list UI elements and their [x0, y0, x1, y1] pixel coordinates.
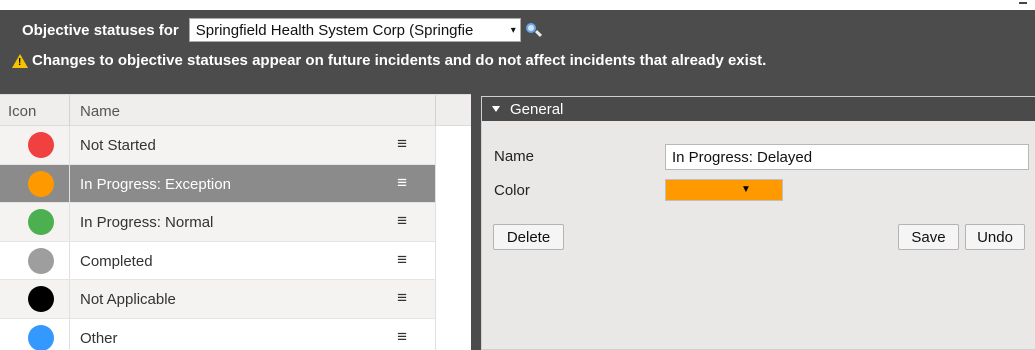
table-row[interactable]: Not Applicable ≡: [0, 280, 435, 319]
undo-button[interactable]: Undo: [965, 224, 1025, 250]
chevron-down-icon: ▼: [741, 184, 751, 195]
cell-divider: [69, 126, 70, 164]
org-label: Objective statuses for: [22, 21, 179, 39]
status-color-icon: [28, 170, 54, 197]
window-top-edge: [0, 0, 1035, 10]
color-label: Color: [494, 182, 530, 199]
table-row[interactable]: Completed ≡: [0, 241, 435, 280]
status-name: In Progress: Normal: [80, 214, 214, 231]
row-menu-icon[interactable]: ≡: [397, 251, 407, 268]
general-section: General Name Color ▼ Delete Save Undo: [481, 96, 1035, 350]
status-color-icon: [28, 286, 54, 312]
collapse-triangle-icon: [492, 106, 500, 112]
table-row[interactable]: In Progress: Normal ≡: [0, 203, 435, 242]
general-section-header[interactable]: General: [482, 97, 1035, 121]
column-divider: [69, 95, 70, 127]
status-name: Completed: [80, 252, 153, 270]
column-header-icon[interactable]: Icon: [8, 103, 36, 120]
grid-header: Icon Name: [0, 94, 471, 127]
grid-scroll-area: [435, 126, 471, 350]
org-select[interactable]: Springfield Health System Corp (Springfi…: [188, 18, 521, 42]
org-selector-row: Objective statuses for Springfield Healt…: [22, 18, 543, 42]
row-menu-icon[interactable]: ≡: [397, 328, 407, 345]
delete-button[interactable]: Delete: [493, 224, 564, 250]
chevron-down-icon: ▾: [510, 24, 516, 36]
save-button[interactable]: Save: [898, 224, 959, 250]
row-menu-icon[interactable]: ≡: [397, 289, 407, 306]
status-name: Other: [80, 329, 118, 347]
cell-divider: [69, 318, 70, 350]
status-color-icon: [28, 132, 54, 158]
row-menu-icon[interactable]: ≡: [397, 212, 407, 229]
cell-divider: [69, 203, 70, 241]
table-row[interactable]: Other ≡: [0, 318, 435, 350]
minimize-mark: [1019, 2, 1027, 4]
row-menu-icon[interactable]: ≡: [397, 174, 407, 191]
search-icon[interactable]: [525, 21, 543, 39]
header-bar: Objective statuses for Springfield Healt…: [0, 10, 1035, 94]
table-row[interactable]: In Progress: Exception ≡: [0, 164, 435, 203]
cell-divider: [69, 280, 70, 318]
status-name: Not Started: [80, 137, 156, 154]
warning-message: ! Changes to objective statuses appear o…: [12, 52, 766, 69]
status-grid: Icon Name Not Started ≡ In Progress: Excep…: [0, 94, 471, 350]
section-title: General: [510, 100, 564, 118]
detail-panel: General Name Color ▼ Delete Save Undo: [481, 94, 1035, 350]
column-divider: [435, 95, 436, 127]
name-label: Name: [494, 148, 535, 165]
row-menu-icon[interactable]: ≡: [397, 135, 407, 152]
status-color-icon: [28, 324, 54, 350]
status-name: In Progress: Exception: [80, 175, 231, 193]
warning-text: Changes to objective statuses appear on …: [32, 52, 767, 69]
status-color-icon: [28, 247, 54, 274]
status-name: Not Applicable: [80, 291, 176, 308]
table-row[interactable]: Not Started ≡: [0, 126, 435, 165]
color-picker[interactable]: ▼: [665, 179, 783, 201]
column-header-name[interactable]: Name: [80, 103, 120, 120]
cell-divider: [69, 164, 70, 202]
grid-rows: Not Started ≡ In Progress: Exception ≡ In Pr…: [0, 126, 435, 350]
cell-divider: [69, 241, 70, 279]
panel-splitter[interactable]: [471, 94, 481, 350]
warning-icon: !: [12, 53, 28, 68]
status-color-icon: [28, 209, 54, 235]
name-input[interactable]: [665, 144, 1029, 170]
org-select-value: Springfield Health System Corp (Springfi…: [195, 21, 474, 39]
